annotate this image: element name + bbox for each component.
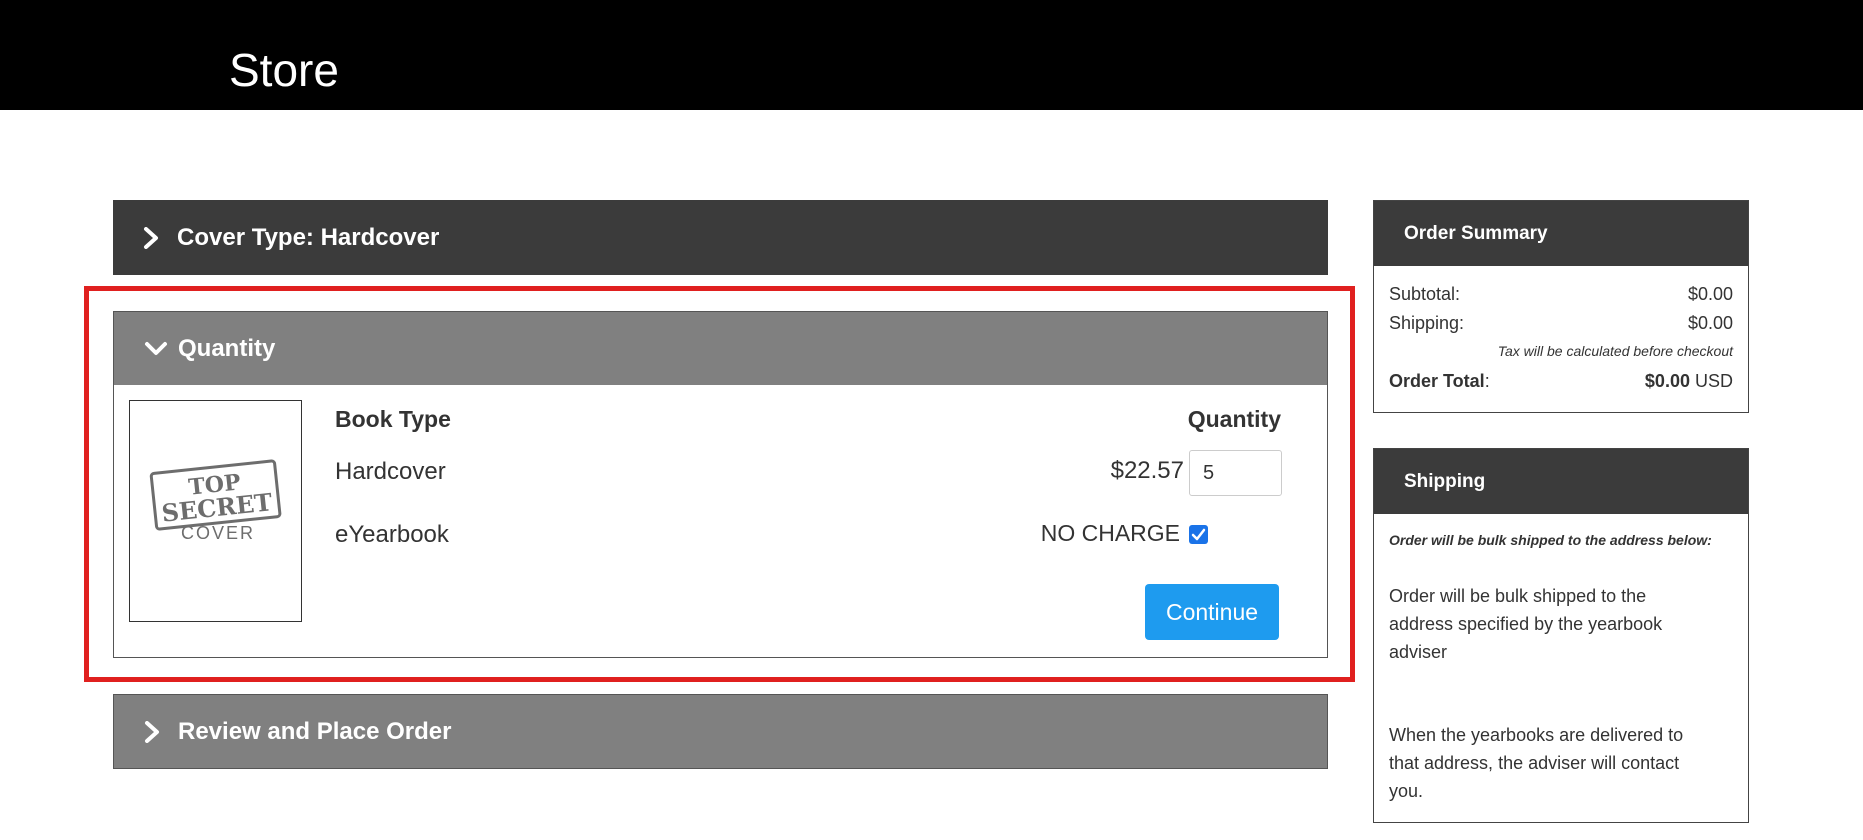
cover-type-header[interactable]: Cover Type: Hardcover <box>113 200 1328 275</box>
shipping-row: Shipping: $0.00 <box>1389 313 1733 334</box>
eyearbook-label: eYearbook <box>335 521 449 548</box>
chevron-right-icon <box>144 720 170 743</box>
quantity-header[interactable]: Quantity <box>114 312 1327 385</box>
hardcover-quantity-input[interactable] <box>1189 450 1282 496</box>
continue-button[interactable]: Continue <box>1145 584 1279 640</box>
store-title: Store <box>229 44 339 96</box>
book-type-heading: Book Type <box>335 406 451 432</box>
review-order-label: Review and Place Order <box>178 717 452 745</box>
order-summary-box: Order Summary Subtotal: $0.00 Shipping: … <box>1373 200 1749 413</box>
order-total-row: Order Total: $0.00 USD <box>1389 371 1733 392</box>
shipping-paragraph-1: Order will be bulk shipped to the addres… <box>1389 586 1663 662</box>
chevron-right-icon <box>143 226 169 249</box>
order-total-value: $0.00 <box>1644 371 1690 391</box>
shipping-paragraph-2: When the yearbooks are delivered to that… <box>1389 725 1684 801</box>
quantity-label: Quantity <box>178 334 276 362</box>
tax-note: Tax will be calculated before checkout <box>1497 343 1733 359</box>
svg-text:COVER: COVER <box>181 523 255 541</box>
hardcover-label: Hardcover <box>335 458 446 485</box>
order-total-label: Order Total <box>1389 371 1485 391</box>
review-order-header[interactable]: Review and Place Order <box>113 694 1328 769</box>
eyearbook-price: NO CHARGE <box>1040 520 1180 546</box>
quantity-heading: Quantity <box>1187 406 1281 432</box>
subtotal-row: Subtotal: $0.00 <box>1389 284 1733 305</box>
chevron-down-icon <box>144 340 170 358</box>
top-bar: Store <box>0 0 1863 110</box>
order-summary-title: Order Summary <box>1374 201 1748 266</box>
shipping-title: Shipping <box>1374 449 1748 514</box>
hardcover-price: $22.57 <box>1110 457 1184 484</box>
order-total-colon: : <box>1484 371 1490 391</box>
order-total-currency: USD <box>1694 371 1733 391</box>
svg-text:SECRET: SECRET <box>160 487 273 527</box>
cover-thumbnail: TOP SECRET COVER <box>129 400 302 622</box>
shipping-cost-value: $0.00 <box>1687 313 1733 333</box>
subtotal-value: $0.00 <box>1687 284 1733 304</box>
shipping-note: Order will be bulk shipped to the addres… <box>1389 532 1712 548</box>
checkmark-icon <box>1191 528 1206 541</box>
top-secret-stamp-icon: TOP SECRET COVER <box>149 459 282 541</box>
quantity-panel: Quantity TOP SECRET COVER Book Type Quan… <box>113 311 1328 658</box>
eyearbook-checkbox[interactable] <box>1189 525 1208 544</box>
subtotal-label: Subtotal: <box>1389 284 1461 304</box>
shipping-cost-label: Shipping: <box>1389 313 1465 333</box>
cover-type-label: Cover Type: Hardcover <box>177 223 440 251</box>
shipping-box: Shipping Order will be bulk shipped to t… <box>1373 448 1749 823</box>
